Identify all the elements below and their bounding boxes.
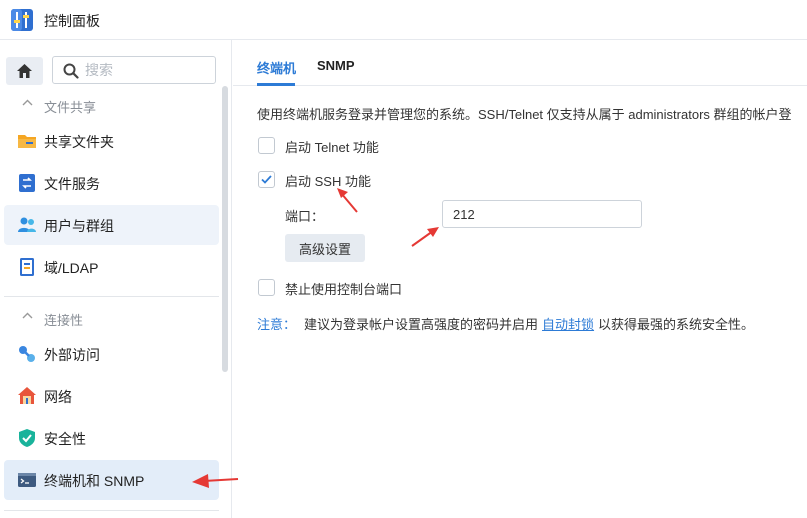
control-panel-icon [10, 8, 34, 32]
chevron-up-icon [22, 312, 33, 319]
sidebar-item-security[interactable]: 安全性 [4, 418, 219, 458]
external-access-icon [19, 346, 35, 362]
annotation-arrow-icon [192, 474, 239, 488]
console-port-label: 禁止使用控制台端口 [285, 282, 403, 297]
file-services-icon [19, 174, 35, 192]
sidebar-divider [4, 510, 219, 511]
ssh-checkbox[interactable] [258, 171, 275, 188]
tab-bar: 终端机 SNMP [233, 40, 807, 86]
terminal-icon [18, 473, 36, 487]
search-box[interactable] [52, 56, 216, 84]
sidebar-item-network[interactable]: 网络 [4, 376, 219, 416]
sidebar-scrollbar[interactable] [222, 86, 228, 372]
network-house-icon [18, 387, 36, 404]
home-icon [17, 64, 32, 78]
console-port-checkbox[interactable] [258, 279, 275, 296]
security-note: 注意： 建议为登录帐户设置高强度的密码并启用 自动封锁 以获得最强的系统安全性。 [257, 314, 754, 333]
note-text: 建议为登录帐户设置高强度的密码并启用 [304, 317, 539, 332]
shield-check-icon [19, 429, 35, 447]
checkmark-icon [261, 175, 272, 184]
tab-snmp[interactable]: SNMP [317, 58, 355, 73]
sidebar-item-users-groups[interactable]: 用户与群组 [4, 205, 219, 245]
search-icon [63, 63, 79, 79]
sidebar-item-terminal-snmp[interactable]: 终端机和 SNMP [4, 460, 219, 500]
group-file-sharing[interactable]: 文件共享 [0, 90, 220, 120]
advanced-settings-button[interactable]: 高级设置 [285, 234, 365, 262]
folder-icon [18, 135, 36, 148]
annotation-arrow-icon [411, 227, 439, 247]
chevron-up-icon [22, 99, 33, 106]
note-text-end: 以获得最强的系统安全性。 [598, 317, 755, 332]
sidebar-item-shared-folder[interactable]: 共享文件夹 [4, 121, 219, 161]
search-input[interactable] [85, 61, 209, 79]
tab-terminal[interactable]: 终端机 [257, 58, 296, 77]
title-bar: 控制面板 [0, 0, 807, 40]
telnet-label: 启动 Telnet 功能 [285, 140, 379, 155]
sidebar-item-domain-ldap[interactable]: 域/LDAP [4, 247, 219, 287]
users-icon [18, 217, 36, 232]
home-button[interactable] [6, 57, 43, 85]
active-tab-indicator [257, 83, 295, 86]
sidebar-item-file-services[interactable]: 文件服务 [4, 163, 219, 203]
telnet-checkbox[interactable] [258, 137, 275, 154]
group-connectivity[interactable]: 连接性 [0, 303, 220, 333]
annotation-arrow-icon [337, 188, 358, 213]
port-label: 端口： [285, 209, 325, 224]
port-input[interactable] [442, 200, 642, 228]
sidebar-item-external-access[interactable]: 外部访问 [4, 334, 219, 374]
window-title: 控制面板 [44, 13, 100, 29]
sidebar-divider [4, 296, 219, 297]
terminal-description: 使用终端机服务登录并管理您的系统。SSH/Telnet 仅支持从属于 admin… [257, 107, 792, 122]
auto-block-link[interactable]: 自动封锁 [542, 317, 594, 332]
domain-book-icon [20, 258, 34, 276]
sidebar: 文件共享 共享文件夹 文件服务 用户与群组 域/L [0, 40, 232, 518]
note-label: 注意： [257, 317, 297, 332]
